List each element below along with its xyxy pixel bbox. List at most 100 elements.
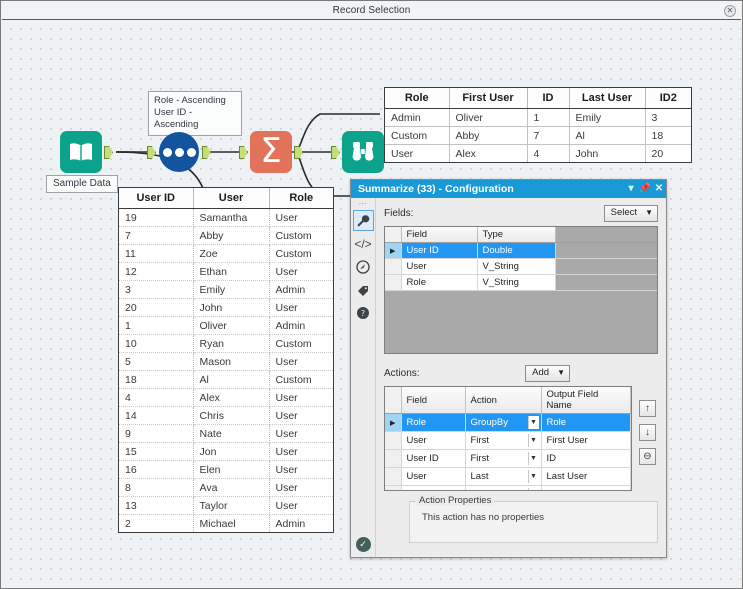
tool-browse[interactable] [331,131,384,173]
table-row[interactable]: 1 Oliver Admin [119,316,333,335]
row-marker[interactable] [385,485,402,490]
cell-user: Ryan [193,334,270,353]
cell-user-id: 13 [119,496,194,515]
row-marker[interactable]: ▶ [385,413,402,432]
cell-type: Double [477,242,556,259]
fields-row[interactable]: User V_String [385,258,657,275]
row-marker[interactable] [385,274,402,291]
actions-row[interactable]: User ID Last ▼ID [385,485,631,490]
results-table-header-row: Role First User ID Last User ID2 [385,88,691,109]
row-marker[interactable] [385,431,402,450]
application-window: Record Selection ✕ Role - Ascending User… [0,0,743,589]
table-row[interactable]: 10 Ryan Custom [119,334,333,353]
column-header-field: Field [401,227,478,243]
cell-user-id: 7 [119,226,194,245]
cell-role: Custom [385,126,450,145]
row-marker[interactable] [385,258,402,275]
column-header-user-id: User ID [119,188,194,209]
config-icon-rail: ⋯ </> ? ✓ [351,198,376,557]
table-row[interactable]: 3 Emily Admin [119,280,333,299]
table-row[interactable]: 11 Zoe Custom [119,244,333,263]
port-output[interactable] [104,146,113,159]
tag-icon[interactable] [353,279,374,300]
configuration-panel[interactable]: Summarize (33) - Configuration ▾ 📌 ✕ ⋯ <… [350,179,667,558]
table-row[interactable]: 9 Nate User [119,424,333,443]
actions-row[interactable]: ▶ Role GroupBy ▼ Role [385,413,631,432]
table-row[interactable]: 7 Abby Custom [119,226,333,245]
tool-sort[interactable] [147,131,211,173]
port-output[interactable] [202,146,211,159]
cell-output-field-name[interactable]: ID [541,485,631,490]
table-row[interactable]: 14 Chris User [119,406,333,425]
workflow-canvas[interactable]: Role - Ascending User ID - Ascending Sam… [2,20,741,587]
cell-output-field-name[interactable]: Last User [541,467,631,486]
add-button[interactable]: Add ▼ [525,364,570,382]
actions-row[interactable]: User First ▼ First User [385,431,631,450]
table-row[interactable]: 18 Al Custom [119,370,333,389]
table-row[interactable]: 4 Alex User [119,388,333,407]
cell-action[interactable]: Last ▼ [465,485,542,490]
cell-action[interactable]: First ▼ [465,431,542,450]
rail-grip[interactable]: ⋯ [351,198,375,208]
table-row[interactable]: 20 John User [119,298,333,317]
table-row[interactable]: 8 Ava User [119,478,333,497]
sigma-icon: Σ [250,131,292,173]
cell-role: User [269,208,333,227]
table-row[interactable]: 13 Taylor User [119,496,333,515]
cell-action[interactable]: Last ▼ [465,467,542,486]
table-row[interactable]: 19 Samantha User [119,208,333,227]
code-icon[interactable]: </> [353,233,374,254]
remove-icon[interactable]: ⊖ [639,448,656,465]
pin-icon[interactable]: 📌 [638,180,652,198]
chevron-down-icon[interactable]: ▼ [527,416,539,429]
actions-row[interactable]: User Last ▼ Last User [385,467,631,486]
table-row[interactable]: 15 Jon User [119,442,333,461]
row-marker[interactable] [385,449,402,468]
cell-action[interactable]: First ▼ [465,449,542,468]
tool-summarize[interactable]: Σ [239,131,303,173]
table-row: Custom Abby 7 Al 18 [385,126,691,145]
move-down-icon[interactable]: ↓ [639,424,656,441]
table-row[interactable]: 12 Ethan User [119,262,333,281]
row-marker[interactable] [385,467,402,486]
select-button-label: Select [610,206,638,218]
source-table[interactable]: User ID User Role 19 Samantha User 7 Abby Cus… [118,187,334,533]
fields-grid[interactable]: Field Type ▶ User ID Double User V_String Rol… [384,226,658,354]
cell-output-field-name[interactable]: First User [541,431,631,450]
table-row[interactable]: 2 Michael Admin [119,514,333,532]
cell-action[interactable]: GroupBy ▼ [465,413,542,432]
fields-row[interactable]: Role V_String [385,274,657,291]
chevron-down-icon[interactable]: ▾ [624,180,638,198]
table-row[interactable]: 5 Mason User [119,352,333,371]
move-up-icon[interactable]: ↑ [639,400,656,417]
help-icon[interactable]: ? [353,302,374,323]
chevron-down-icon[interactable]: ▼ [527,434,539,447]
cell-output-field-name[interactable]: Role [541,413,631,432]
tool-input-data[interactable] [60,131,113,173]
port-output[interactable] [294,146,303,159]
cell-output-field-name[interactable]: ID [541,449,631,468]
actions-grid[interactable]: Field Action Output Field Name ▶ Role Grou… [384,386,632,491]
results-table[interactable]: Role First User ID Last User ID2 Admin O… [384,87,692,163]
globe-icon[interactable] [353,256,374,277]
chevron-down-icon[interactable]: ▼ [527,488,539,490]
port-input[interactable] [147,146,156,159]
port-input[interactable] [239,146,248,159]
port-input[interactable] [331,146,340,159]
close-icon[interactable]: ✕ [652,180,666,198]
cell-role: User [269,388,333,407]
fields-row[interactable]: ▶ User ID Double [385,242,657,259]
cell-last-user: Emily [569,108,646,127]
cell-first-user: Alex [449,144,528,162]
table-row[interactable]: 16 Elen User [119,460,333,479]
select-button[interactable]: Select ▼ [603,204,658,222]
chevron-down-icon[interactable]: ▼ [527,452,539,465]
cell-user-id: 10 [119,334,194,353]
row-marker[interactable]: ▶ [385,242,402,259]
wrench-icon[interactable] [352,210,374,231]
close-icon[interactable]: ✕ [724,5,736,17]
actions-row[interactable]: User ID First ▼ ID [385,449,631,468]
cell-field: User ID [401,485,466,490]
cell-role: Admin [275,517,306,530]
chevron-down-icon[interactable]: ▼ [527,470,539,483]
